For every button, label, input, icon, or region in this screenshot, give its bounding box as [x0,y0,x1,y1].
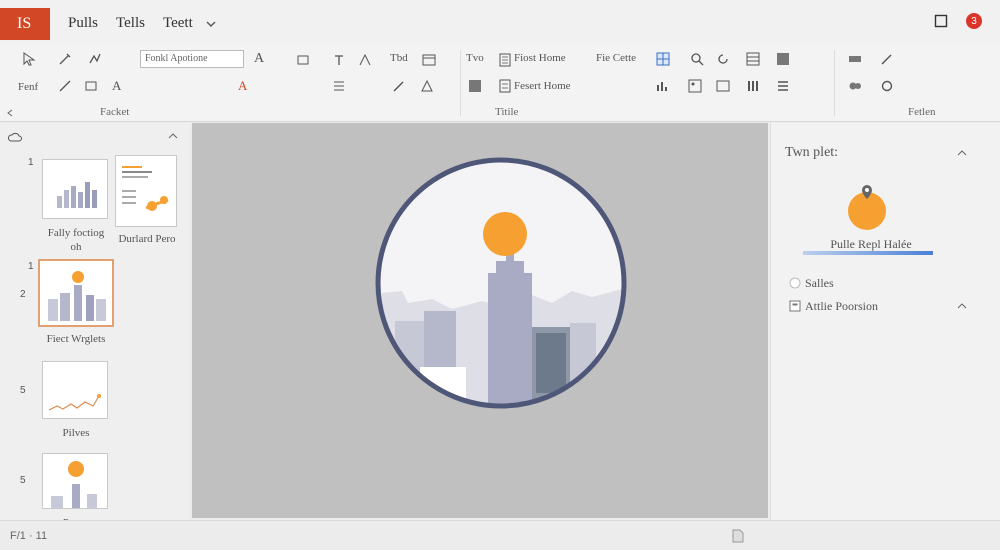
block-icon[interactable] [468,79,482,93]
bars-icon[interactable] [746,79,760,93]
refresh-icon[interactable] [716,52,730,66]
chevron-up-icon[interactable] [957,303,967,309]
option-salles[interactable]: Salles [805,276,834,291]
slide-thumbnail-1[interactable] [42,159,108,219]
font-size-glyph[interactable]: A [254,51,264,67]
format-pane: Twn plet: Pulle Repl Halée Salles Attlie… [770,123,1000,550]
location-pin-icon[interactable] [841,181,891,233]
text-shadow-icon[interactable] [332,53,346,67]
draw-icon[interactable] [392,79,406,93]
option-attlie-poorsion[interactable]: Attlie Poorsion [805,299,878,314]
table-icon[interactable] [746,52,760,66]
slide-caption: Fiect Wrglets [46,333,106,345]
slide-thumbnail-4[interactable] [42,453,108,509]
slide-thumbnail-3[interactable] [42,361,108,419]
slide-caption-2: oh [70,241,82,253]
chevron-up-icon[interactable] [957,150,967,156]
radio-button[interactable] [789,277,801,289]
slide-number: 5 [20,475,26,486]
triangle-icon[interactable] [420,79,434,93]
text-direction-icon[interactable] [358,53,372,67]
slide-thumbnail-2-selected[interactable] [38,259,114,327]
settings-icon[interactable] [880,79,894,93]
slide-counter: F/1 · 11 [10,530,48,542]
pencil-icon[interactable] [880,52,894,66]
search-icon[interactable] [690,52,704,66]
notification-badge[interactable]: 3 [966,13,982,29]
slide-number: 2 [20,289,26,300]
menu-tells[interactable]: Tells [116,15,145,32]
highlight-color-glyph[interactable]: A [238,78,247,94]
slide-caption: Durlard Pero [118,233,176,245]
ribbon-label-fesert-home[interactable]: Fesert Home [514,80,571,92]
list-icon[interactable] [776,79,790,93]
pane-title: Twn plet: [785,145,839,160]
shape-icon[interactable] [296,53,310,67]
ribbon-group-label: Titile [495,106,519,118]
slide-canvas[interactable] [192,123,768,518]
slide-number: 5 [20,385,26,396]
grid-view-icon[interactable] [656,52,670,66]
format-painter-icon[interactable] [88,52,102,66]
layout-icon[interactable] [422,53,436,67]
ribbon-label-tvo[interactable]: Tvo [466,52,484,64]
gallery-icon[interactable] [688,79,702,93]
slide-thumbnail-doc[interactable] [115,155,177,227]
ribbon-separator [460,50,461,116]
pin-caption: Pulle Repl Halée [830,237,912,251]
insert-doc-icon[interactable] [498,79,512,93]
notes-icon[interactable] [732,529,744,543]
chevron-down-icon[interactable] [206,21,216,27]
ribbon-label-fiost-home[interactable]: Fiost Home [514,52,566,64]
align-icon[interactable] [332,79,346,93]
title-bar: IS Pulls Tells Teett 3 [0,0,1000,44]
slide-caption: Pilves [62,427,90,439]
menu-pulls[interactable]: Pulls [68,15,98,32]
checkbox[interactable] [789,300,801,312]
progress-bar [803,251,933,255]
slide-caption: Fally foctiog [47,227,105,239]
frame-icon[interactable] [84,79,98,93]
ribbon: Fonkl Apotione A Tbd Tvo Fiost Home Fie … [0,44,1000,122]
arrange-icon[interactable] [848,52,862,66]
ribbon-separator [834,50,835,116]
ribbon-label-fie-cette[interactable]: Fie Cette [596,52,636,64]
format-label[interactable]: Tbd [390,52,408,64]
slide-number: 1 [28,157,34,168]
select-arrow-icon[interactable] [22,52,36,66]
app-badge[interactable]: IS [0,8,50,40]
menu-teett[interactable]: Teett [163,15,193,32]
status-bar: F/1 · 11 [0,520,1000,550]
columns-icon[interactable] [776,52,790,66]
chart-icon[interactable] [656,79,670,93]
group-icon[interactable] [848,79,862,93]
font-name-dropdown[interactable]: Fonkl Apotione [140,50,244,68]
chevron-left-icon[interactable] [6,109,16,117]
restore-window-icon[interactable] [934,14,948,28]
ribbon-group-label: Facket [100,106,130,118]
paint-brush-icon[interactable] [58,52,72,66]
home-doc-icon[interactable] [498,53,512,67]
city-illustration[interactable] [192,123,768,518]
slide-number-top: 1 [28,261,34,272]
chevron-up-icon[interactable] [168,133,178,139]
ribbon-group-label: Fetlen [908,106,936,118]
line-tool-icon[interactable] [58,79,72,93]
picture-icon[interactable] [716,79,730,93]
cloud-icon[interactable] [8,131,22,143]
ribbon-label-fenf[interactable]: Fenf [18,81,38,93]
slide-thumbnail-pane: 1 Fally foctiog oh Durlard Pero 1 2 Fiec… [0,123,190,550]
font-color-glyph[interactable]: A [112,78,121,94]
